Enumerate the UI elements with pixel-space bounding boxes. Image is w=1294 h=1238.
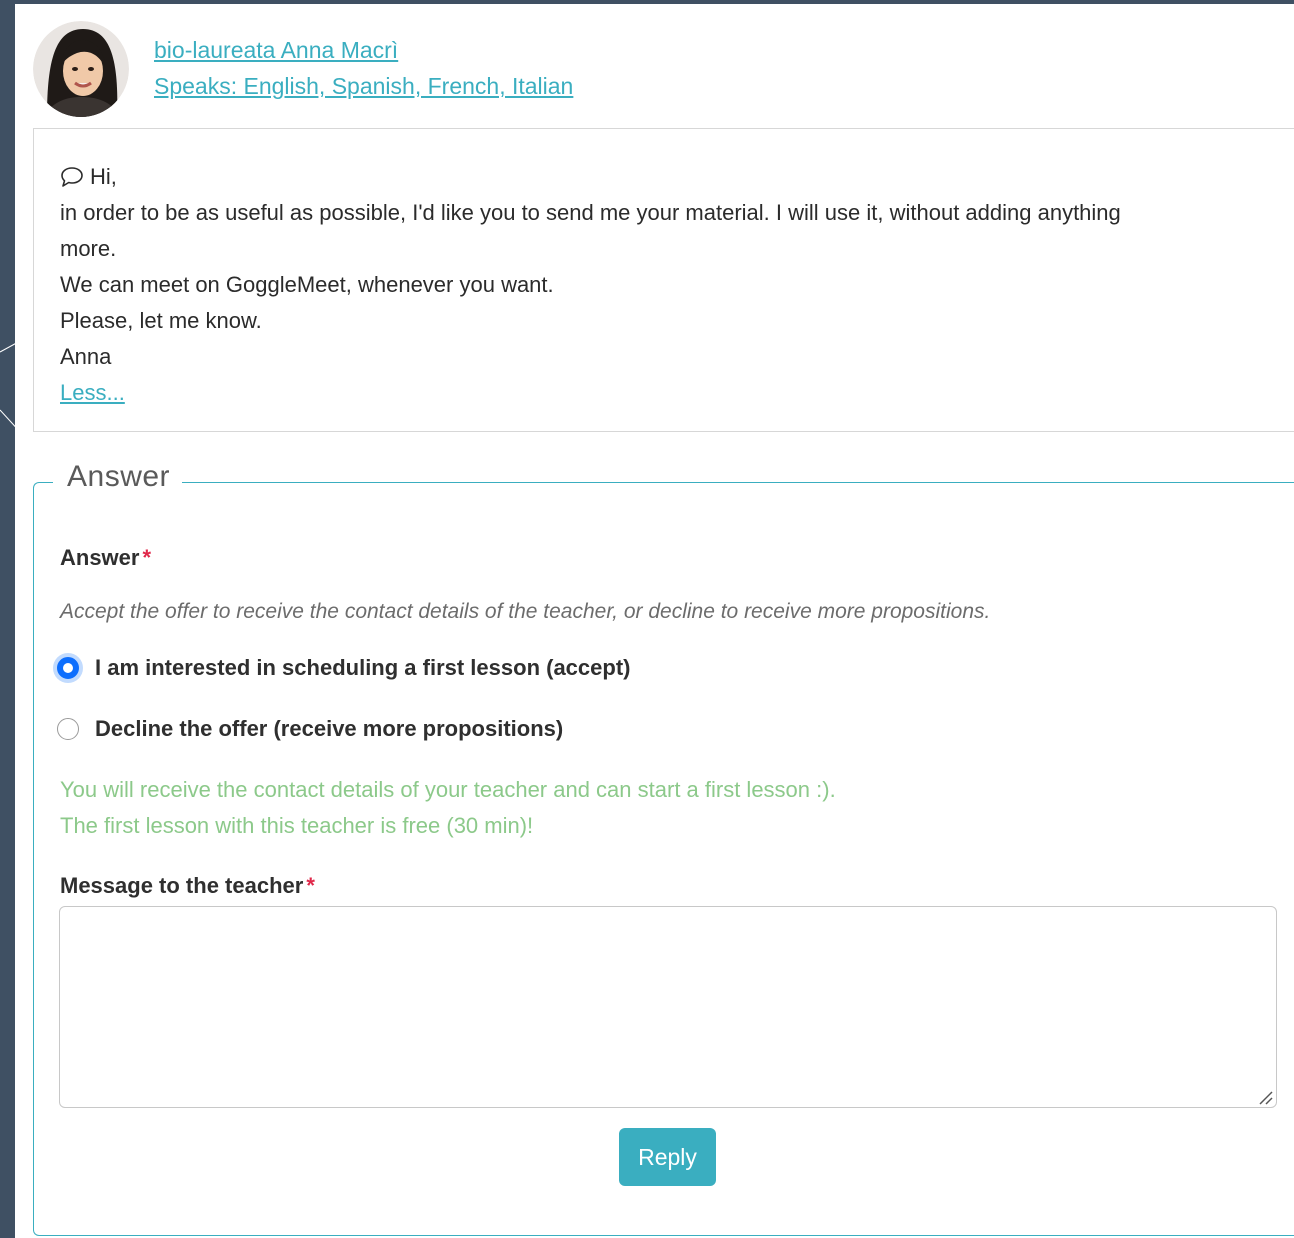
conversation-panel: bio-laureata Anna Macrì Speaks: English,… bbox=[15, 4, 1294, 1238]
accept-info-text: You will receive the contact details of … bbox=[60, 777, 836, 802]
accept-offer-option[interactable]: I am interested in scheduling a first le… bbox=[57, 655, 630, 681]
reply-button[interactable]: Reply bbox=[619, 1128, 716, 1186]
less-link[interactable]: Less... bbox=[60, 380, 125, 406]
decline-radio[interactable] bbox=[57, 718, 79, 740]
answer-helper-text: Accept the offer to receive the contact … bbox=[60, 600, 991, 623]
decline-offer-option[interactable]: Decline the offer (receive more proposit… bbox=[57, 716, 563, 742]
teacher-avatar[interactable] bbox=[33, 21, 129, 117]
message-signature: Anna bbox=[60, 344, 112, 369]
required-asterisk: * bbox=[306, 873, 315, 898]
message-line: Please, let me know. bbox=[60, 308, 262, 333]
answer-fieldset bbox=[33, 482, 1294, 1236]
answer-legend: Answer bbox=[53, 460, 183, 494]
message-to-teacher-textarea[interactable] bbox=[59, 906, 1277, 1108]
required-asterisk: * bbox=[142, 545, 152, 570]
resize-handle-icon[interactable] bbox=[1257, 1089, 1273, 1105]
answer-label-text: Answer bbox=[60, 545, 140, 570]
avatar-photo bbox=[33, 21, 129, 117]
decline-radio-label[interactable]: Decline the offer (receive more proposit… bbox=[95, 716, 563, 742]
message-line: more. bbox=[60, 236, 117, 261]
teacher-message-box: Hi, in order to be as useful as possible… bbox=[33, 128, 1294, 432]
greeting-text: Hi, bbox=[90, 164, 117, 189]
message-field-label: Message to the teacher * bbox=[60, 873, 315, 899]
message-greeting: Hi, bbox=[60, 164, 117, 190]
teacher-bio-link[interactable]: bio-laureata Anna Macrì bbox=[154, 37, 398, 64]
answer-field-label: Answer * bbox=[60, 545, 151, 571]
message-label-text: Message to the teacher bbox=[60, 873, 304, 898]
message-line: in order to be as useful as possible, I'… bbox=[60, 200, 1121, 225]
message-line: We can meet on GoggleMeet, whenever you … bbox=[60, 272, 554, 297]
free-lesson-info-text: The first lesson with this teacher is fr… bbox=[60, 813, 534, 838]
chat-bubble-icon bbox=[61, 167, 83, 187]
accept-radio-label[interactable]: I am interested in scheduling a first le… bbox=[95, 655, 630, 681]
accept-radio[interactable] bbox=[57, 657, 79, 679]
teacher-languages-link[interactable]: Speaks: English, Spanish, French, Italia… bbox=[154, 73, 573, 100]
